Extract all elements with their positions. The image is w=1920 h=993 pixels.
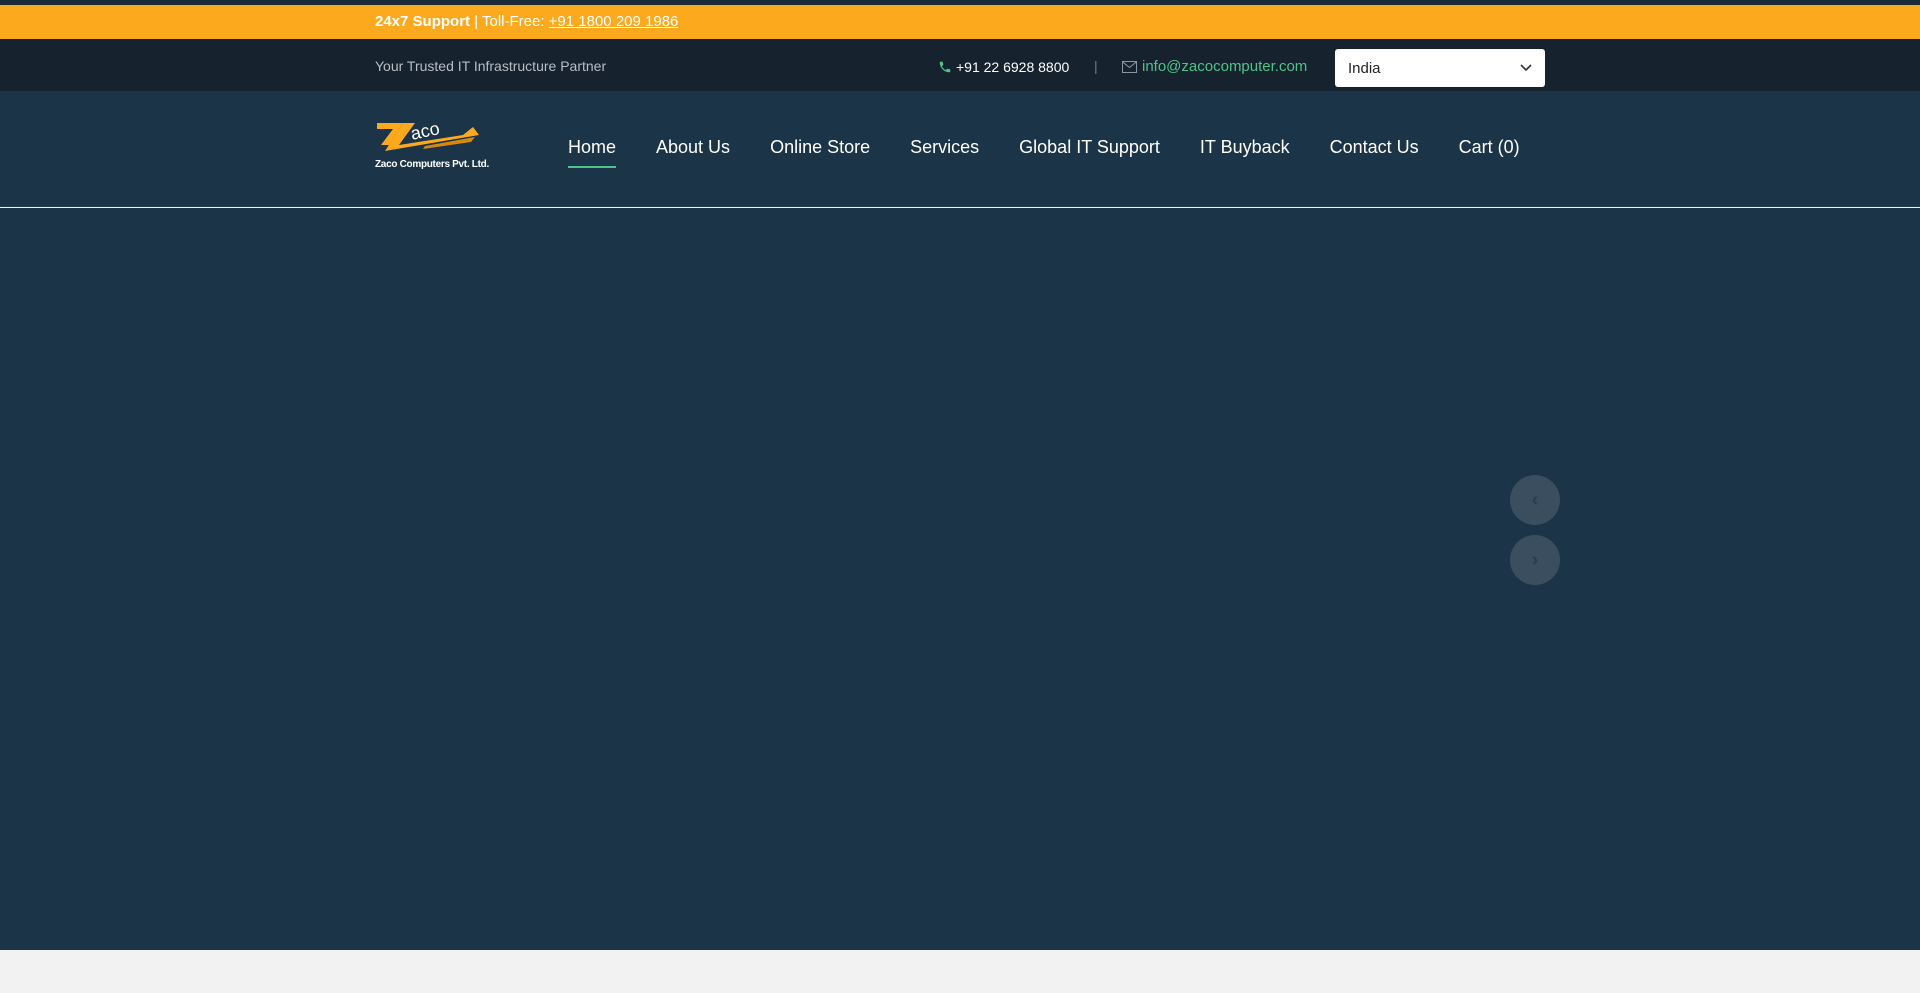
support-text: 24x7 Support | Toll-Free: +91 1800 209 1…: [375, 13, 678, 30]
country-selected: India: [1348, 59, 1381, 77]
mail-icon: [1122, 60, 1137, 73]
nav-global-it-support[interactable]: Global IT Support: [1019, 137, 1160, 164]
logo-mark-icon: aco: [377, 118, 479, 151]
logo[interactable]: aco Zaco Computers Pvt. Ltd.: [375, 115, 490, 179]
phone-link[interactable]: +91 22 6928 8800: [938, 59, 1069, 75]
hero-carousel: ‹ ›: [0, 208, 1920, 950]
nav-contact-us[interactable]: Contact Us: [1330, 137, 1419, 164]
toll-free-label: | Toll-Free:: [470, 13, 549, 30]
nav-services[interactable]: Services: [910, 137, 979, 164]
chevron-right-icon: ›: [1531, 548, 1539, 571]
nav-home[interactable]: Home: [568, 137, 617, 168]
main-nav: Home About Us Online Store Services Glob…: [568, 137, 1520, 168]
carousel-prev-button[interactable]: ‹: [1510, 475, 1560, 525]
nav-it-buyback[interactable]: IT Buyback: [1200, 137, 1290, 164]
country-select[interactable]: India: [1335, 49, 1545, 87]
carousel-next-button[interactable]: ›: [1510, 535, 1560, 585]
main-navbar: aco Zaco Computers Pvt. Ltd. Home About …: [0, 91, 1920, 207]
info-bar: Your Trusted IT Infrastructure Partner +…: [0, 39, 1920, 91]
nav-cart[interactable]: Cart (0): [1459, 137, 1520, 164]
info-separator: |: [1094, 58, 1098, 74]
support-label: 24x7 Support: [375, 13, 471, 30]
company-name: Zaco Computers Pvt. Ltd.: [375, 159, 489, 170]
chevron-left-icon: ‹: [1531, 488, 1539, 511]
phone-number: +91 22 6928 8800: [956, 59, 1070, 75]
email-address: info@zacocomputer.com: [1142, 58, 1308, 75]
toll-free-link[interactable]: +91 1800 209 1986: [549, 13, 679, 30]
nav-online-store[interactable]: Online Store: [770, 137, 870, 164]
nav-about-us[interactable]: About Us: [656, 137, 730, 164]
email-link[interactable]: info@zacocomputer.com: [1122, 58, 1307, 75]
support-bar: 24x7 Support | Toll-Free: +91 1800 209 1…: [0, 5, 1920, 39]
phone-icon: [939, 61, 951, 73]
tagline: Your Trusted IT Infrastructure Partner: [375, 58, 607, 74]
chevron-down-icon: [1520, 64, 1532, 72]
